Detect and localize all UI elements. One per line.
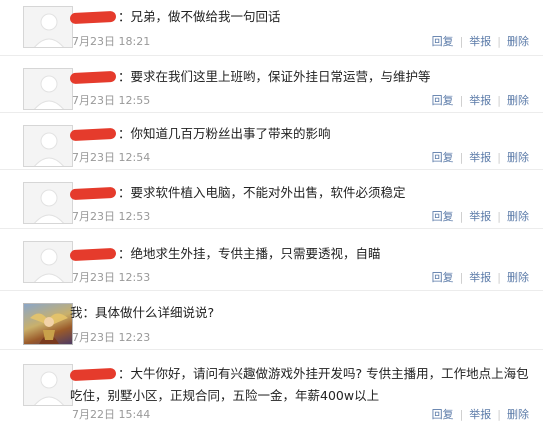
reply-button[interactable]: 回复 [432, 94, 454, 107]
message-time: 7月23日 12:23 [72, 331, 151, 344]
default-avatar-icon [34, 189, 64, 223]
avatar[interactable] [23, 125, 73, 167]
avatar[interactable] [23, 68, 73, 110]
redacted-sender [69, 70, 117, 85]
default-avatar-icon [34, 132, 64, 166]
delete-button[interactable]: 删除 [507, 210, 529, 223]
message-item: 我：具体做什么详细说说? 7月23日 12:23 [0, 291, 543, 350]
message-text: ：你知道几百万粉丝出事了带来的影响 [69, 123, 531, 145]
message-actions: 回复 | 举报 | 删除 [431, 151, 529, 164]
reply-button[interactable]: 回复 [432, 35, 454, 48]
reply-button[interactable]: 回复 [432, 408, 454, 421]
message-time: 7月23日 12:53 [72, 271, 151, 284]
report-button[interactable]: 举报 [469, 408, 491, 421]
delete-button[interactable]: 删除 [507, 151, 529, 164]
report-button[interactable]: 举报 [469, 35, 491, 48]
message-actions: 回复 | 举报 | 删除 [431, 271, 529, 284]
message-item: ：绝地求生外挂，专供主播，只需要透视，自瞄 7月23日 12:53 回复 | 举报 |… [0, 229, 543, 291]
avatar[interactable] [23, 241, 73, 283]
avatar[interactable] [23, 182, 73, 224]
redacted-sender [69, 127, 117, 142]
message-list: ：兄弟，做不做给我一句回话 7月23日 18:21 回复 | 举报 | 删除 ：要求在我… [0, 0, 543, 437]
sender-name: 我： [70, 305, 96, 320]
message-time: 7月22日 15:44 [72, 408, 151, 421]
message-actions: 回复 | 举报 | 删除 [431, 94, 529, 107]
message-actions: 回复 | 举报 | 删除 [431, 408, 529, 421]
message-text: ：兄弟，做不做给我一句回话 [69, 6, 531, 28]
report-button[interactable]: 举报 [469, 210, 491, 223]
message-item: ：要求软件植入电脑，不能对外出售，软件必须稳定 7月23日 12:53 回复 | 举… [0, 170, 543, 229]
default-avatar-icon [34, 248, 64, 282]
redacted-sender [69, 10, 117, 25]
reply-button[interactable]: 回复 [432, 271, 454, 284]
message-item: ：兄弟，做不做给我一句回话 7月23日 18:21 回复 | 举报 | 删除 [0, 0, 543, 56]
message-time: 7月23日 18:21 [72, 35, 151, 48]
message-item: ：要求在我们这里上班哟，保证外挂日常运营，与维护等 7月23日 12:55 回复… [0, 56, 543, 113]
reply-button[interactable]: 回复 [432, 151, 454, 164]
default-avatar-icon [34, 75, 64, 109]
character-avatar-icon [30, 313, 68, 344]
avatar[interactable] [23, 6, 73, 48]
redacted-sender [69, 186, 117, 201]
message-text: ：大牛你好，请问有兴趣做游戏外挂开发吗? 专供主播用，工作地点上海包吃住，别墅小… [69, 366, 529, 403]
redacted-sender [69, 367, 117, 382]
default-avatar-icon [34, 371, 64, 405]
avatar[interactable] [23, 364, 73, 406]
message-actions: 回复 | 举报 | 删除 [431, 35, 529, 48]
avatar[interactable] [23, 303, 73, 345]
message-text: ：要求在我们这里上班哟，保证外挂日常运营，与维护等 [69, 66, 531, 88]
redacted-sender [69, 247, 117, 262]
message-text: ：要求软件植入电脑，不能对外出售，软件必须稳定 [69, 182, 531, 204]
message-text: 我：具体做什么详细说说? [70, 305, 215, 320]
report-button[interactable]: 举报 [469, 94, 491, 107]
message-time: 7月23日 12:53 [72, 210, 151, 223]
delete-button[interactable]: 删除 [507, 94, 529, 107]
message-time: 7月23日 12:54 [72, 151, 151, 164]
message-item: ：你知道几百万粉丝出事了带来的影响 7月23日 12:54 回复 | 举报 | 删除 [0, 113, 543, 170]
delete-button[interactable]: 删除 [507, 271, 529, 284]
delete-button[interactable]: 删除 [507, 35, 529, 48]
delete-button[interactable]: 删除 [507, 408, 529, 421]
message-text: ：绝地求生外挂，专供主播，只需要透视，自瞄 [69, 243, 531, 265]
reply-button[interactable]: 回复 [432, 210, 454, 223]
message-time: 7月23日 12:55 [72, 94, 151, 107]
message-actions: 回复 | 举报 | 删除 [431, 210, 529, 223]
report-button[interactable]: 举报 [469, 151, 491, 164]
message-item: ：大牛你好，请问有兴趣做游戏外挂开发吗? 专供主播用，工作地点上海包吃住，别墅小… [0, 350, 543, 437]
default-avatar-icon [34, 13, 64, 47]
report-button[interactable]: 举报 [469, 271, 491, 284]
